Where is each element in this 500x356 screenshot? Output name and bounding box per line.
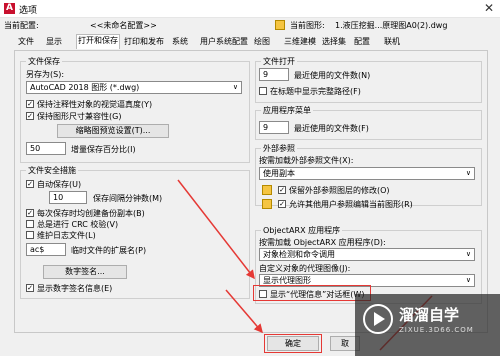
arrow-to-ok-button bbox=[225, 289, 263, 334]
play-logo-icon bbox=[363, 304, 393, 334]
arrow-to-proxy-checkbox bbox=[177, 179, 255, 280]
watermark-url: ZIXUE.3D66.COM bbox=[399, 326, 474, 334]
watermark: 溜溜自学 ZIXUE.3D66.COM bbox=[355, 294, 500, 356]
watermark-name: 溜溜自学 bbox=[399, 306, 460, 324]
